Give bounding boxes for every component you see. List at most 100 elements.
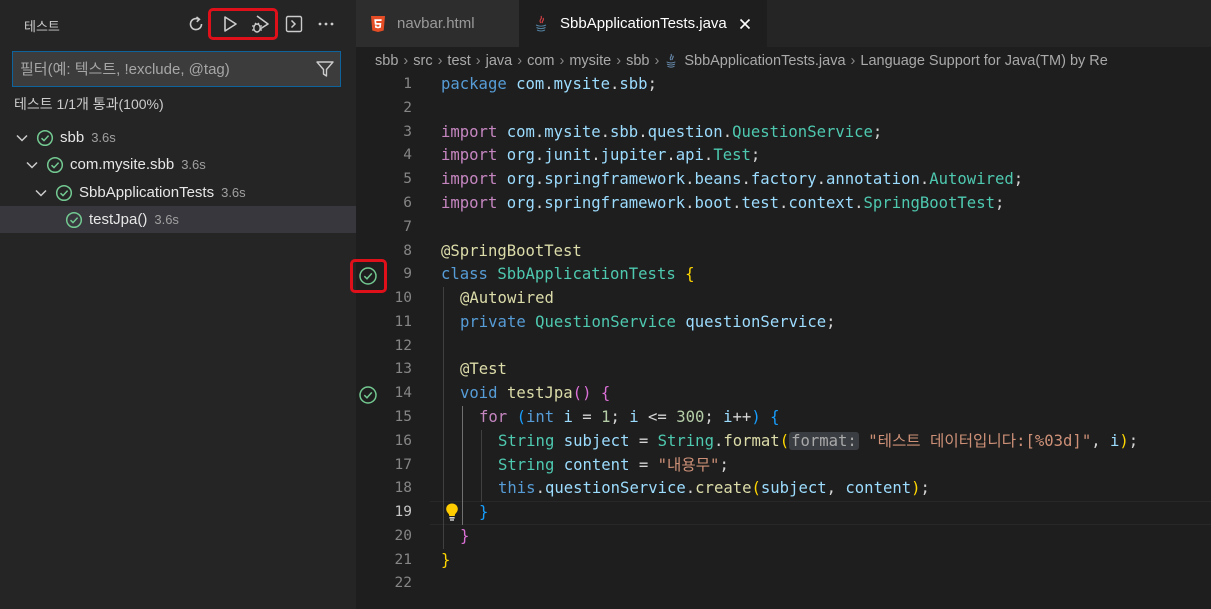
line-number: 17 — [394, 457, 412, 473]
line-number: 2 — [403, 100, 412, 116]
refresh-icon — [189, 16, 203, 31]
tree-item-com-mysite-sbb[interactable]: com.mysite.sbb 3.6s — [0, 151, 356, 178]
line-number: 14 — [394, 385, 412, 401]
refresh-tests-button[interactable] — [184, 12, 208, 36]
breadcrumb-item[interactable]: test — [447, 53, 470, 69]
indent-guide — [462, 406, 463, 525]
code-line-15[interactable]: for (int i = 1; i <= 300; i++) { — [479, 406, 780, 430]
line-number: 1 — [403, 76, 412, 92]
tree-item-duration: 3.6s — [154, 212, 179, 227]
line-number: 4 — [403, 147, 412, 163]
code-line-8[interactable]: @SpringBootTest — [441, 240, 582, 264]
line-number-current: 19 — [394, 504, 412, 520]
run-all-tests-button[interactable] — [218, 12, 242, 36]
close-icon[interactable] — [737, 16, 753, 32]
sidebar-title: 테스트 — [24, 19, 60, 34]
test-summary: 테스트 1/1개 통과(100%) — [14, 96, 164, 112]
tree-item-label: testJpa() — [89, 211, 148, 228]
debug-run-icon — [252, 15, 269, 33]
debug-all-tests-button[interactable] — [248, 12, 272, 36]
terminal-icon — [285, 15, 303, 33]
code-line-19[interactable]: } — [479, 501, 488, 525]
line-number: 3 — [403, 124, 412, 140]
passed-check-icon — [55, 184, 73, 201]
passed-check-icon — [46, 156, 64, 173]
java-icon — [666, 53, 676, 68]
line-number: 11 — [394, 314, 412, 330]
line-number: 13 — [394, 361, 412, 377]
chevron-down-icon[interactable] — [33, 185, 49, 201]
chevron-down-icon[interactable] — [24, 157, 40, 173]
breadcrumb-separator-icon: › — [437, 53, 443, 69]
code-line-11[interactable]: private QuestionService questionService; — [460, 311, 836, 335]
breadcrumb-item[interactable]: sbb — [375, 53, 398, 69]
breadcrumb-item[interactable]: sbb — [626, 53, 649, 69]
tree-item-sbbapplicationtests[interactable]: SbbApplicationTests 3.6s — [0, 179, 356, 206]
code-line-20[interactable]: } — [460, 525, 469, 549]
tree-item-duration: 3.6s — [221, 185, 246, 200]
tab-navbar-html[interactable]: navbar.html — [356, 0, 519, 47]
ellipsis-icon — [318, 22, 334, 26]
line-number: 10 — [394, 290, 412, 306]
tab-sbbapplicationtests-java[interactable]: SbbApplicationTests.java — [519, 0, 767, 47]
breadcrumb-separator-icon: › — [403, 53, 409, 69]
code-line-3[interactable]: import com.mysite.sbb.question.QuestionS… — [441, 121, 882, 145]
current-line-highlight — [430, 501, 1211, 525]
code-line-9[interactable]: class SbbApplicationTests { — [441, 263, 695, 287]
test-filter-input[interactable] — [13, 52, 313, 86]
code-line-13[interactable]: @Test — [460, 358, 507, 382]
java-icon — [535, 15, 547, 31]
code-line-18[interactable]: this.questionService.create(subject, con… — [498, 477, 930, 501]
code-line-14[interactable]: void testJpa() { — [460, 382, 610, 406]
tree-item-duration: 3.6s — [91, 130, 116, 145]
code-line-10[interactable]: @Autowired — [460, 287, 554, 311]
line-number: 18 — [394, 480, 412, 496]
inlay-parameter-hint: format: — [789, 432, 859, 450]
breadcrumb-separator-icon: › — [475, 53, 481, 69]
line-number: 6 — [403, 195, 412, 211]
code-line-1[interactable]: package com.mysite.sbb; — [441, 73, 657, 97]
breadcrumb: sbb › src › test › java › com › mysite › sbb › … — [356, 47, 1211, 75]
tree-item-duration: 3.6s — [181, 157, 206, 172]
indent-guide — [481, 430, 482, 502]
editor-area: navbar.html SbbApplicationTests.java sbb… — [350, 0, 1211, 609]
line-number: 9 — [403, 266, 412, 282]
line-number: 16 — [394, 433, 412, 449]
tree-item-testjpa[interactable]: testJpa() 3.6s — [0, 206, 356, 233]
code-line-17[interactable]: String content = "내용무"; — [498, 454, 729, 478]
code-line-4[interactable]: import org.junit.jupiter.api.Test; — [441, 144, 760, 168]
tree-item-label: SbbApplicationTests — [79, 184, 215, 201]
line-number: 15 — [394, 409, 412, 425]
filter-icon[interactable] — [315, 59, 335, 79]
chevron-down-icon[interactable] — [14, 130, 30, 146]
lightbulb-icon[interactable] — [444, 502, 460, 522]
breadcrumb-separator-icon: › — [616, 53, 622, 69]
line-number: 20 — [394, 528, 412, 544]
code-line-16[interactable]: String subject = String.format(format: "… — [498, 430, 1138, 454]
breadcrumb-item[interactable]: java — [486, 53, 513, 69]
run-icon — [224, 16, 237, 32]
tree-item-label: sbb — [60, 129, 85, 146]
tab-label: navbar.html — [397, 15, 475, 32]
line-number: 7 — [403, 219, 412, 235]
line-number: 12 — [394, 338, 412, 354]
test-filter-box — [12, 51, 341, 87]
breadcrumb-separator-icon: › — [654, 53, 660, 69]
line-number: 22 — [394, 575, 412, 591]
line-number: 5 — [403, 171, 412, 187]
breadcrumb-item[interactable]: mysite — [569, 53, 611, 69]
code-line-21[interactable]: } — [441, 549, 450, 573]
more-actions-button[interactable] — [314, 12, 338, 36]
breadcrumb-item[interactable]: SbbApplicationTests.java — [684, 53, 845, 69]
line-number: 21 — [394, 552, 412, 568]
breadcrumb-item[interactable]: Language Support for Java(TM) by Re — [860, 53, 1107, 69]
show-output-button[interactable] — [282, 12, 306, 36]
breadcrumb-item[interactable]: com — [527, 53, 554, 69]
code-line-5[interactable]: import org.springframework.beans.factory… — [441, 168, 1023, 192]
tree-item-label: com.mysite.sbb — [70, 156, 175, 173]
tree-item-sbb[interactable]: sbb 3.6s — [0, 124, 356, 151]
code-line-6[interactable]: import org.springframework.boot.test.con… — [441, 192, 1004, 216]
breadcrumb-item[interactable]: src — [413, 53, 432, 69]
html5-icon — [371, 15, 385, 32]
breadcrumb-separator-icon: › — [850, 53, 856, 69]
